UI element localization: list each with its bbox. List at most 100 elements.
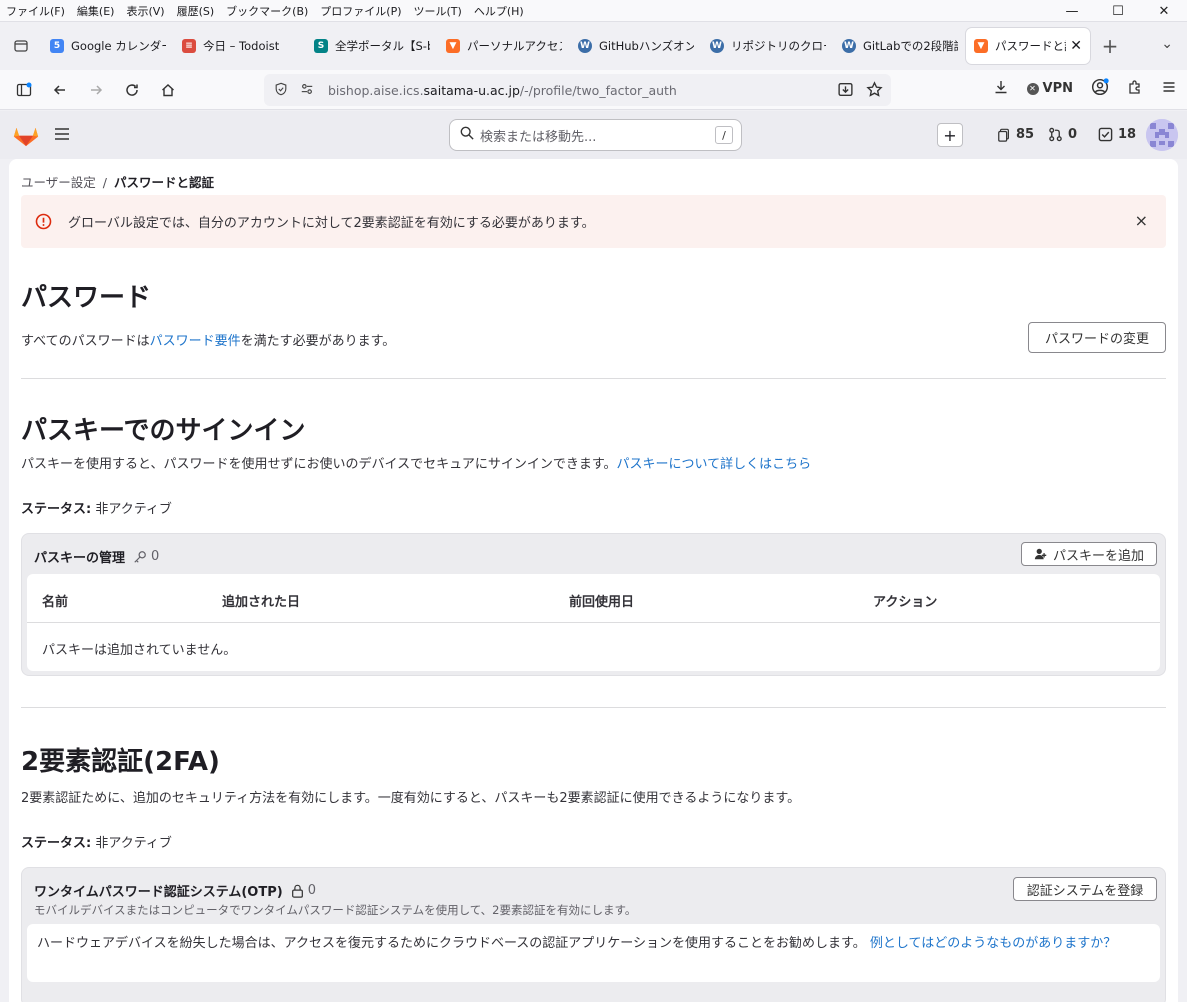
- window-close-icon[interactable]: ✕: [1141, 0, 1187, 22]
- search-input[interactable]: 検索または移動先... /: [449, 119, 742, 151]
- menu-view[interactable]: 表示(V): [126, 3, 164, 19]
- divider: [21, 707, 1166, 708]
- todos-counter[interactable]: 18: [1098, 127, 1136, 142]
- window-controls: — ☐ ✕: [1049, 0, 1187, 22]
- back-icon[interactable]: [42, 82, 78, 98]
- breadcrumb-current: パスワードと認証: [113, 175, 214, 190]
- gitlab-icon: ▼: [446, 39, 460, 53]
- account-icon[interactable]: [1091, 78, 1109, 99]
- todoist-icon: ≡: [182, 39, 196, 53]
- sidebar-toggle-icon[interactable]: [6, 82, 42, 98]
- passkey-empty-message: パスキーは追加されていません。: [42, 643, 237, 658]
- twofa-description: 2要素認証ために、追加のセキュリティ方法を有効にします。一度有効にすると、パスキ…: [21, 791, 801, 806]
- passkey-learn-more-link[interactable]: パスキーについて詳しくはこちら: [617, 457, 812, 472]
- menu-bookmarks[interactable]: ブックマーク(B): [226, 3, 308, 19]
- passkey-card-title: パスキーの管理 0: [34, 549, 160, 566]
- tab-close-icon[interactable]: ✕: [1070, 38, 1082, 54]
- twofa-status: ステータス: 非アクティブ: [21, 836, 172, 851]
- merge-requests-counter[interactable]: 0: [1048, 127, 1077, 142]
- menu-bar: ファイル(F) 編集(E) 表示(V) 履歴(S) ブックマーク(B) プロファ…: [0, 0, 1187, 22]
- otp-card: ワンタイムパスワード認証システム(OTP) 0 モバイルデバイスまたはコンピュー…: [21, 867, 1166, 1002]
- twofa-required-alert: グローバル設定では、自分のアカウントに対して2要素認証を有効にする必要があります…: [21, 195, 1166, 248]
- menu-file[interactable]: ファイル(F): [6, 3, 65, 19]
- home-icon[interactable]: [150, 82, 186, 98]
- authenticator-examples-link[interactable]: 例としてはどのようなものがありますか？: [870, 936, 1116, 951]
- search-shortcut-badge: /: [715, 126, 733, 144]
- wordpress-icon: W: [710, 39, 724, 53]
- maximize-icon[interactable]: ☐: [1095, 0, 1141, 22]
- add-passkey-button[interactable]: パスキーを追加: [1021, 542, 1157, 566]
- passkey-management-card: パスキーの管理 0 パスキーを追加 名前 追加された日 前回使用日 アクション …: [21, 533, 1166, 676]
- wordpress-icon: W: [842, 39, 856, 53]
- calendar-icon: 5: [50, 39, 64, 53]
- nav-bar: bishop.aise.ics.saitama-u.ac.jp/-/profil…: [0, 70, 1187, 110]
- shield-icon[interactable]: [274, 82, 288, 99]
- error-icon: [35, 213, 52, 230]
- table-divider: [27, 622, 1160, 623]
- tab-github-handson[interactable]: W GitHubハンズオン: [570, 28, 702, 64]
- tab-portal[interactable]: S全学ポータル【S-bo: [306, 28, 438, 64]
- column-actions: アクション: [873, 595, 938, 610]
- issues-icon: [998, 128, 1009, 142]
- new-tab-icon[interactable]: +: [1090, 34, 1130, 58]
- otp-card-subtitle: モバイルデバイスまたはコンピュータでワンタイムパスワード認証システムを使用して、…: [34, 903, 637, 917]
- tab-password-auth[interactable]: ▼ パスワードと認証 ✕: [966, 28, 1090, 64]
- otp-note: ハードウェアデバイスを紛失した場合は、アクセスを復元するためにクラウドベースの認…: [27, 924, 1160, 982]
- reload-icon[interactable]: [114, 82, 150, 98]
- site-info-icon[interactable]: [300, 82, 314, 99]
- otp-card-title: ワンタイムパスワード認証システム(OTP) 0: [34, 883, 316, 900]
- add-user-icon: [1034, 548, 1047, 560]
- password-requirements-link[interactable]: パスワード要件: [150, 334, 241, 349]
- hamburger-menu-icon[interactable]: [54, 127, 70, 144]
- chevron-down-icon[interactable]: ⌄: [1161, 36, 1173, 52]
- gitlab-icon: ▼: [974, 39, 988, 53]
- wordpress-icon: W: [578, 39, 592, 53]
- change-password-button[interactable]: パスワードの変更: [1028, 322, 1166, 353]
- register-authenticator-button[interactable]: 認証システムを登録: [1013, 877, 1157, 901]
- tab-google-calendar[interactable]: 5 Google カレンダー: [42, 28, 174, 64]
- sharepoint-icon: S: [314, 39, 328, 53]
- url-text: bishop.aise.ics.saitama-u.ac.jp/-/profil…: [328, 82, 677, 98]
- twofa-heading: 2要素認証(2FA): [21, 747, 220, 777]
- passkey-table: 名前 追加された日 前回使用日 アクション パスキーは追加されていません。: [27, 574, 1160, 671]
- menu-history[interactable]: 履歴(S): [177, 3, 215, 19]
- tab-access-token[interactable]: ▼パーソナルアクセストー: [438, 28, 570, 64]
- tab-repo-clone[interactable]: Wリポジトリのクローン: [702, 28, 834, 64]
- app-menu-icon[interactable]: [1161, 79, 1177, 98]
- breadcrumb: ユーザー設定 / パスワードと認証: [21, 175, 214, 190]
- extensions-icon[interactable]: [1127, 79, 1143, 98]
- tab-strip: 5Google カレンダー ≡今日 – Todoist S全学ポータル【S-bo…: [0, 22, 1187, 70]
- menu-edit[interactable]: 編集(E): [77, 3, 115, 19]
- vpn-off-icon: ✕: [1026, 82, 1039, 95]
- download-icon[interactable]: [993, 79, 1009, 98]
- breadcrumb-user-settings[interactable]: ユーザー設定: [21, 175, 96, 190]
- create-new-button[interactable]: +: [937, 123, 963, 147]
- alert-close-icon[interactable]: ×: [1135, 211, 1148, 230]
- column-added-date: 追加された日: [222, 595, 301, 610]
- divider: [21, 378, 1166, 379]
- reader-view-icon[interactable]: [837, 81, 854, 101]
- gitlab-header: 検索または移動先... / + 85 0 18: [0, 111, 1187, 159]
- tab-todoist[interactable]: ≡ 今日 – Todoist: [174, 28, 306, 64]
- forward-icon[interactable]: [78, 82, 114, 98]
- bookmark-star-icon[interactable]: [866, 81, 883, 101]
- tab-list-icon[interactable]: [0, 38, 42, 54]
- user-avatar[interactable]: [1146, 119, 1178, 151]
- menu-tools[interactable]: ツール(T): [414, 3, 462, 19]
- menu-help[interactable]: ヘルプ(H): [474, 3, 524, 19]
- passkey-heading: パスキーでのサインイン: [21, 416, 306, 446]
- issues-counter[interactable]: 85: [997, 127, 1034, 142]
- vpn-button[interactable]: ✕ VPN: [1026, 81, 1073, 96]
- password-heading: パスワード: [21, 283, 152, 313]
- lock-icon: [291, 884, 303, 898]
- gitlab-logo-icon[interactable]: [12, 121, 40, 150]
- minimize-icon[interactable]: —: [1049, 0, 1095, 22]
- menu-profile[interactable]: プロファイル(P): [320, 3, 401, 19]
- passkey-status: ステータス: 非アクティブ: [21, 502, 172, 517]
- tab-gitlab-2fa[interactable]: W GitLabでの2段階認: [834, 28, 966, 64]
- key-icon: [134, 550, 146, 563]
- column-name: 名前: [42, 595, 69, 610]
- url-bar[interactable]: bishop.aise.ics.saitama-u.ac.jp/-/profil…: [264, 74, 891, 106]
- search-icon: [460, 126, 474, 144]
- todo-check-icon: [1098, 127, 1113, 142]
